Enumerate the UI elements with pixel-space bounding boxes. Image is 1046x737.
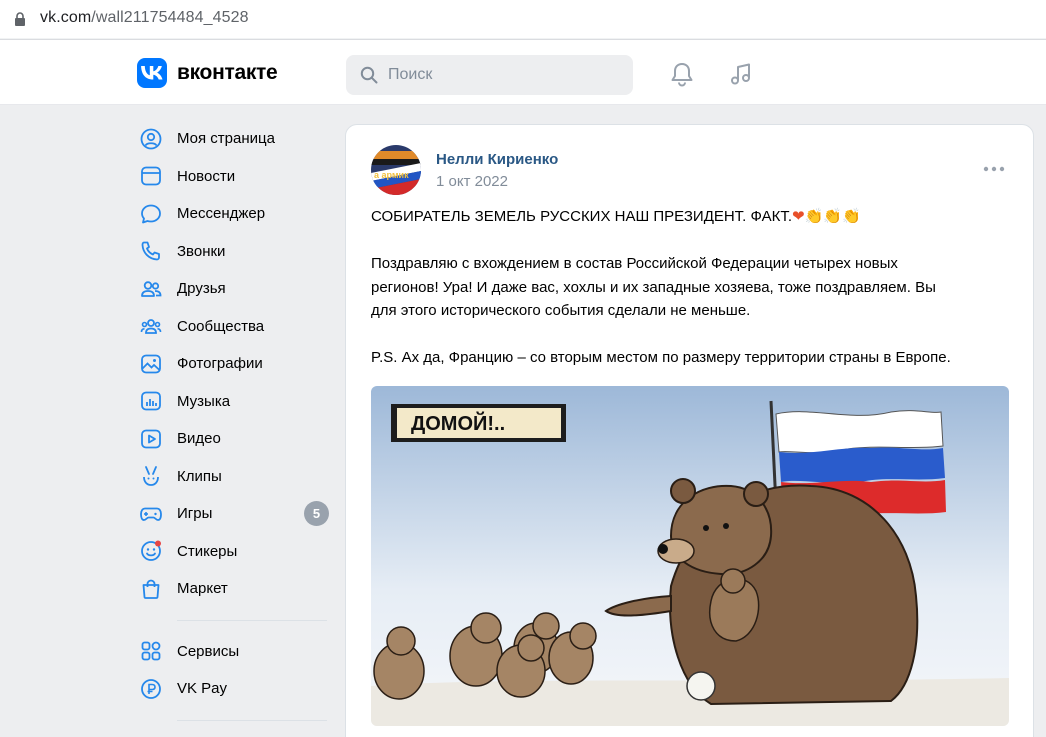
sidebar-item-services[interactable]: Сервисы (136, 633, 331, 671)
video-icon (139, 427, 163, 451)
sidebar-item-label: Стикеры (177, 542, 238, 560)
post-cartoon-image[interactable]: ДОМОЙ!.. (371, 386, 1009, 726)
music-player-icon[interactable] (727, 60, 755, 88)
url-text[interactable]: vk.com/wall211754484_4528 (40, 9, 249, 27)
search-icon (360, 66, 378, 84)
vk-logo-icon (137, 58, 167, 88)
sidebar-item-label: Сервисы (177, 642, 240, 660)
gamepad-icon (139, 502, 163, 526)
sidebar-item-news[interactable]: Новости (136, 158, 331, 196)
search-box[interactable] (346, 55, 633, 95)
friends-icon (139, 277, 163, 301)
sidebar-item-my-page[interactable]: Моя страница (136, 120, 331, 158)
post-text: СОБИРАТЕЛЬ ЗЕМЕЛЬ РУССКИХ НАШ ПРЕЗИДЕНТ.… (371, 205, 1021, 370)
domoi-sign: ДОМОЙ!.. (391, 404, 566, 442)
author-avatar[interactable]: а армик (371, 145, 421, 195)
heart-clap-emoji: ❤👏👏👏 (792, 208, 861, 225)
post-author-name[interactable]: Нелли Кириенко (436, 151, 558, 168)
sidebar-item-label: Сообщества (177, 317, 265, 335)
more-options-icon[interactable] (983, 161, 1005, 172)
notifications-bell-icon[interactable] (668, 60, 696, 88)
sidebar-item-label: Видео (177, 430, 221, 448)
sidebar-item-label: Моя страница (177, 130, 275, 148)
post-paragraph-1-line-1: Поздравляю с вхождением в состав Российс… (371, 255, 898, 272)
sidebar-item-music[interactable]: Музыка (136, 383, 331, 421)
sidebar-item-games[interactable]: Игры 5 (136, 495, 331, 533)
url-omnibox[interactable]: vk.com/wall211754484_4528 (0, 0, 1046, 38)
sidebar-item-messenger[interactable]: Мессенджер (136, 195, 331, 233)
sidebar-item-label: Фотографии (177, 355, 263, 373)
music-icon (139, 389, 163, 413)
sidebar-item-label: Мессенджер (177, 205, 266, 223)
vk-logo[interactable]: вконтакте (137, 58, 278, 88)
lock-icon (15, 12, 25, 26)
sidebar-divider (177, 619, 327, 621)
sidebar-item-label: Игры (177, 505, 213, 523)
sidebar-item-communities[interactable]: Сообщества (136, 308, 331, 346)
sidebar-item-label: VK Pay (177, 680, 228, 698)
sidebar-item-label: Новости (177, 167, 236, 185)
post-paragraph-1-line-3: для этого исторического события сделали … (371, 302, 751, 319)
post-paragraph-1-line-2: регионов! Ура! И даже вас, хохлы и их за… (371, 278, 936, 296)
clips-icon (139, 464, 163, 488)
market-bag-icon (139, 577, 163, 601)
left-sidebar: Моя страница Новости Мессенджер Звонки Д… (136, 120, 331, 733)
browser-address-bar: vk.com/wall211754484_4528 (0, 0, 1046, 40)
sidebar-item-market[interactable]: Маркет (136, 570, 331, 608)
search-input[interactable] (388, 66, 608, 84)
post-paragraph-2: P.S. Ах да, Францию – со вторым местом п… (371, 349, 951, 366)
news-icon (139, 164, 163, 188)
sidebar-divider (177, 719, 327, 721)
post-title-line: СОБИРАТЕЛЬ ЗЕМЕЛЬ РУССКИХ НАШ ПРЕЗИДЕНТ.… (371, 208, 793, 225)
user-circle-icon (139, 127, 163, 151)
sidebar-item-calls[interactable]: Звонки (136, 233, 331, 271)
url-path: /wall211754484_4528 (91, 9, 249, 26)
phone-icon (139, 239, 163, 263)
vk-header: вконтакте (0, 40, 1046, 105)
sidebar-item-stickers[interactable]: Стикеры (136, 533, 331, 571)
sticker-icon (139, 539, 163, 563)
photo-icon (139, 352, 163, 376)
wall-post: а армик Нелли Кириенко 1 окт 2022 СОБИРА… (345, 124, 1034, 737)
vkpay-icon (139, 677, 163, 701)
sidebar-item-label: Звонки (177, 242, 226, 260)
message-bubble-icon (139, 202, 163, 226)
sidebar-item-vkpay[interactable]: VK Pay (136, 670, 331, 708)
games-count-badge: 5 (304, 501, 329, 526)
sidebar-item-photos[interactable]: Фотографии (136, 345, 331, 383)
services-icon (139, 639, 163, 663)
sidebar-item-friends[interactable]: Друзья (136, 270, 331, 308)
post-date[interactable]: 1 окт 2022 (436, 173, 508, 190)
sidebar-item-label: Друзья (177, 280, 226, 298)
vk-logo-text: вконтакте (177, 61, 278, 84)
avatar-caption: а армик (374, 170, 409, 180)
sidebar-item-clips[interactable]: Клипы (136, 458, 331, 496)
sidebar-item-label: Маркет (177, 580, 228, 598)
sidebar-item-video[interactable]: Видео (136, 420, 331, 458)
communities-icon (139, 314, 163, 338)
sidebar-item-label: Музыка (177, 392, 231, 410)
domoi-sign-text: ДОМОЙ!.. (411, 411, 505, 435)
url-host: vk.com (40, 9, 92, 26)
sidebar-item-label: Клипы (177, 467, 222, 485)
